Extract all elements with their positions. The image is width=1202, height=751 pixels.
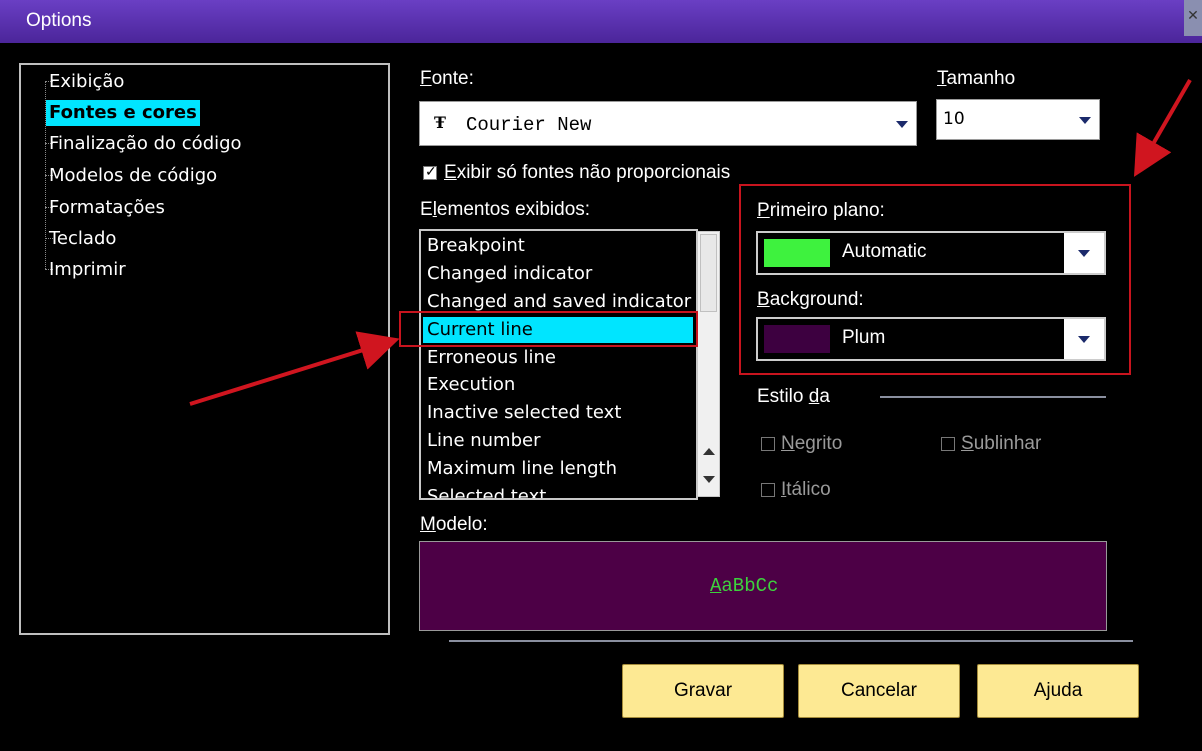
annotation-arrow bbox=[1133, 78, 1192, 177]
annotation-arrow bbox=[189, 331, 400, 406]
annotation-arrows bbox=[189, 78, 1192, 406]
